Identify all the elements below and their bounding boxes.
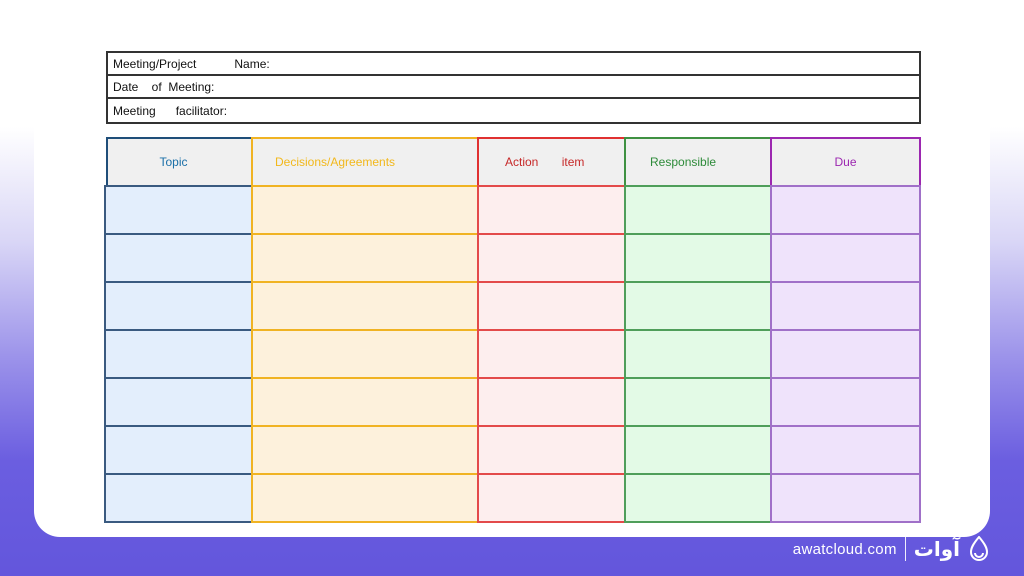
header-topic: Topic: [106, 137, 253, 187]
facilitator-label: Meeting facilitator:: [113, 103, 228, 118]
cloud-drop-icon: [969, 536, 989, 561]
header-decisions-label: Decisions/Agreements: [275, 155, 396, 169]
table-cell[interactable]: [477, 377, 626, 427]
header-responsible: Responsible: [624, 137, 772, 187]
table-cell[interactable]: [251, 377, 479, 427]
table-cell[interactable]: [624, 473, 772, 523]
name-label: Name:: [234, 56, 270, 71]
table-cell[interactable]: [477, 329, 626, 379]
table-cell[interactable]: [251, 473, 479, 523]
table-cell[interactable]: [624, 233, 772, 283]
footer-branding: awatcloud.com آوات: [793, 534, 990, 564]
table-cell[interactable]: [251, 185, 479, 235]
table-cell[interactable]: [104, 377, 253, 427]
table-cell[interactable]: [104, 185, 253, 235]
header-action-item: Action item: [477, 137, 626, 187]
header-due: Due: [770, 137, 921, 187]
table-cell[interactable]: [624, 281, 772, 331]
table-cell[interactable]: [104, 329, 253, 379]
table-cell[interactable]: [477, 425, 626, 475]
table-cell[interactable]: [477, 233, 626, 283]
table-cell[interactable]: [770, 281, 921, 331]
header-decisions: Decisions/Agreements: [251, 137, 479, 187]
action-items-table: Topic Decisions/Agreements Action item R…: [104, 137, 921, 523]
table-cell[interactable]: [624, 377, 772, 427]
table-cell[interactable]: [251, 425, 479, 475]
meeting-project-label: Meeting/Project: [113, 56, 197, 71]
table-cell[interactable]: [770, 329, 921, 379]
table-cell[interactable]: [624, 185, 772, 235]
table-cell[interactable]: [104, 425, 253, 475]
table-cell[interactable]: [104, 281, 253, 331]
table-cell[interactable]: [624, 329, 772, 379]
table-cell[interactable]: [770, 233, 921, 283]
table-cell[interactable]: [770, 425, 921, 475]
header-responsible-label: Responsible: [650, 155, 717, 169]
header-action-item-label: Action item: [505, 155, 585, 169]
table-cell[interactable]: [477, 281, 626, 331]
table-cell[interactable]: [624, 425, 772, 475]
table-cell[interactable]: [251, 281, 479, 331]
table-cell[interactable]: [770, 473, 921, 523]
table-cell[interactable]: [477, 185, 626, 235]
table-cell[interactable]: [770, 377, 921, 427]
date-label: Date of Meeting:: [113, 79, 215, 94]
facilitator-row: Meeting facilitator:: [108, 99, 919, 122]
table-cell[interactable]: [251, 329, 479, 379]
table-cell[interactable]: [104, 233, 253, 283]
table-cell[interactable]: [770, 185, 921, 235]
header-topic-label: Topic: [159, 155, 188, 169]
brand-name: آوات: [913, 537, 960, 561]
table-cell[interactable]: [251, 233, 479, 283]
meeting-info-box: Meeting/Project Name: Date of Meeting: M…: [106, 51, 921, 124]
footer-divider: [904, 537, 906, 561]
table-cell[interactable]: [477, 473, 626, 523]
header-due-label: Due: [834, 155, 857, 169]
meeting-project-row: Meeting/Project Name:: [108, 53, 919, 76]
table-cell[interactable]: [104, 473, 253, 523]
site-url[interactable]: awatcloud.com: [793, 541, 897, 558]
date-row: Date of Meeting:: [108, 76, 919, 99]
